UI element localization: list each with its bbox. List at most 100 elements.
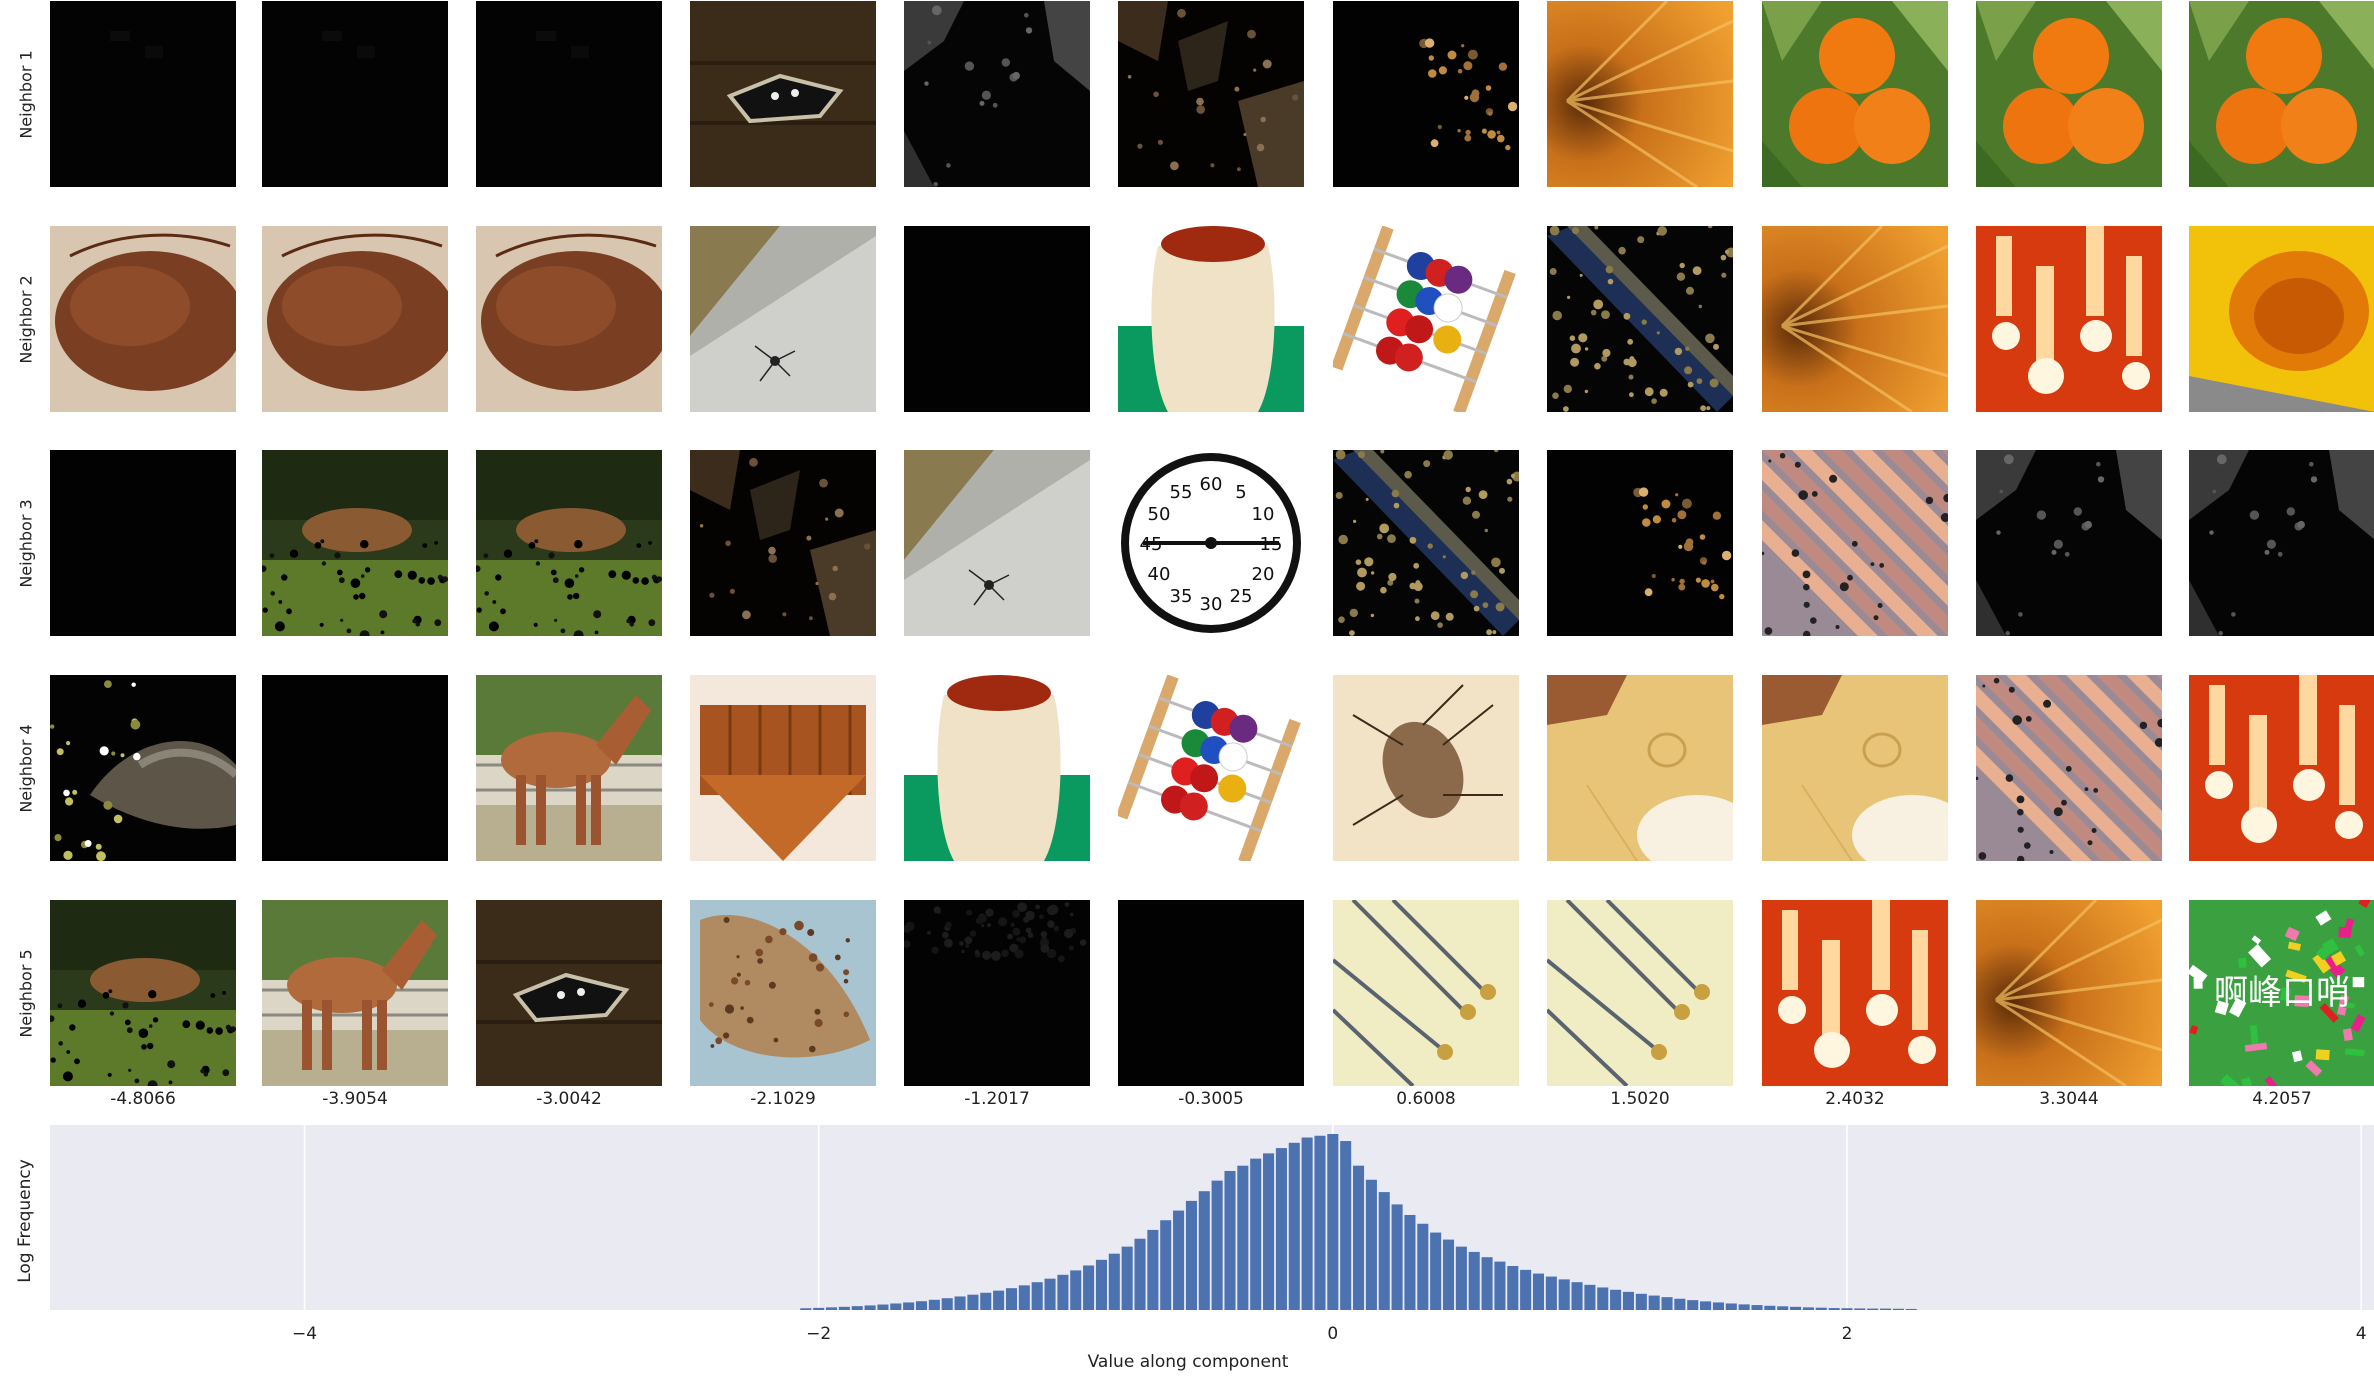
neighbor-thumbnail-roof-tiles [1762, 450, 1948, 636]
neighbor-thumbnail-brown-fur [476, 226, 662, 412]
neighbor-thumbnail-dark [50, 450, 236, 636]
row-label-neighbor-4: Neighbor 4 [16, 724, 36, 813]
histogram-bar [1224, 1170, 1236, 1310]
histogram-bar [1160, 1220, 1172, 1310]
histogram-bar [1558, 1279, 1570, 1310]
histogram-bar [941, 1298, 953, 1310]
histogram-bar [890, 1303, 902, 1310]
svg-text:50: 50 [1148, 504, 1171, 525]
neighbor-thumbnail-masked-dark-dots [904, 900, 1090, 1086]
histogram-bar [1288, 1142, 1300, 1310]
neighbor-thumbnail-orange-slice [1976, 900, 2162, 1086]
histogram-bar [838, 1306, 850, 1310]
neighbor-image-grid: Neighbor 1 Neighbor 2 Neighbor 3 Neighbor 4… [0, 0, 2374, 1110]
svg-text:35: 35 [1170, 586, 1193, 607]
neighbor-thumbnail-dark [262, 675, 448, 861]
histogram-bar [1005, 1288, 1017, 1310]
histogram-bar [1134, 1238, 1146, 1310]
histogram-bar [877, 1304, 889, 1310]
histogram-bar [1211, 1180, 1223, 1310]
neighbor-thumbnail-wooden-cradle [690, 675, 876, 861]
histogram-bar [1764, 1305, 1776, 1310]
histogram-bar [903, 1302, 915, 1310]
svg-text:25: 25 [1230, 586, 1253, 607]
neighbor-thumbnail-masked-deer-grass [262, 450, 448, 636]
neighbor-thumbnail-candle-lights [2189, 675, 2374, 861]
histogram-bar [1507, 1266, 1519, 1310]
histogram-bar [1790, 1306, 1802, 1310]
histogram-bar [800, 1308, 812, 1310]
neighbor-thumbnail-masked-deer-grass [476, 450, 662, 636]
column-value-label: 2.4032 [1825, 1089, 1885, 1109]
neighbor-thumbnail-brown-horse [262, 900, 448, 1086]
histogram-bar [1314, 1135, 1326, 1310]
row-label-neighbor-2: Neighbor 2 [16, 275, 36, 364]
column-value-label: 4.2057 [2252, 1089, 2312, 1109]
histogram-bar [1327, 1134, 1339, 1310]
row-label-neighbor-5: Neighbor 5 [16, 949, 36, 1038]
histogram-bar [851, 1306, 863, 1310]
histogram-bar [1057, 1274, 1069, 1310]
histogram-bar [1250, 1158, 1262, 1310]
histogram-bar [1828, 1308, 1840, 1310]
x-tick-label: −2 [806, 1324, 831, 1344]
histogram-bar [954, 1296, 966, 1310]
histogram-bar [1777, 1306, 1789, 1310]
neighbor-thumbnail-dark [904, 226, 1090, 412]
candy-overlay-text: 啊峰口哨 [2214, 973, 2350, 1013]
histogram-bar [1340, 1141, 1352, 1310]
neighbor-thumbnail-weevil-insect [1333, 675, 1519, 861]
neighbor-thumbnail-fish-pattern [690, 900, 876, 1086]
neighbor-thumbnail-table-plates [1547, 675, 1733, 861]
neighbor-thumbnail-concrete-spider [904, 450, 1090, 636]
histogram-bar [1802, 1307, 1814, 1310]
histogram-bar [967, 1294, 979, 1310]
histogram-bar [1700, 1301, 1712, 1310]
column-value-label: 1.5020 [1610, 1089, 1670, 1109]
neighbor-thumbnail-masked-dark-brown [690, 450, 876, 636]
histogram-bar [1597, 1287, 1609, 1310]
histogram-bar [1018, 1285, 1030, 1310]
histogram-bar [1648, 1295, 1660, 1310]
histogram-bar [1584, 1284, 1596, 1310]
neighbor-thumbnail-masked-deer-grass [50, 900, 236, 1086]
histogram-bar [1031, 1282, 1043, 1310]
histogram-bar [1070, 1270, 1082, 1310]
histogram-bar [1108, 1253, 1120, 1310]
histogram-bar [1404, 1214, 1416, 1310]
log-frequency-histogram: −4 −2 0 2 4 Value along component Log Frequenc… [15, 1125, 2374, 1372]
neighbor-thumbnail-dark [1118, 900, 1304, 1086]
neighbor-thumbnail-cream-vase [904, 675, 1090, 861]
histogram-bar [1121, 1246, 1133, 1310]
neighbor-thumbnail-brown-fur [262, 226, 448, 412]
neighbor-thumbnail-brown-fur [50, 226, 236, 412]
histogram-bar [1867, 1308, 1879, 1310]
neighbor-thumbnail-tangerines [1976, 1, 2162, 187]
svg-text:10: 10 [1252, 504, 1275, 525]
histogram-bar [1854, 1308, 1866, 1310]
histogram-bar [1301, 1137, 1313, 1310]
svg-text:30: 30 [1200, 594, 1223, 615]
neighbor-thumbnail-tangerines [1762, 1, 1948, 187]
column-value-label: -3.9054 [322, 1089, 388, 1109]
histogram-bar [1905, 1308, 1917, 1310]
histogram-bar [1661, 1297, 1673, 1310]
histogram-bar [1095, 1259, 1107, 1310]
histogram-bar [1263, 1153, 1275, 1310]
histogram-bar [1674, 1298, 1686, 1310]
neighbor-thumbnail-safety-pins [1333, 900, 1519, 1086]
histogram-bar [1545, 1276, 1557, 1310]
histogram-bar [928, 1299, 940, 1310]
neighbor-thumbnail-tangerines [2189, 1, 2374, 187]
neighbor-thumbnail-masked-dark [262, 1, 448, 187]
histogram-bar [1494, 1261, 1506, 1310]
neighbor-thumbnail-masked-dark-grey [1976, 450, 2162, 636]
histogram-bar [813, 1307, 825, 1310]
neighbor-thumbnail-table-plates [1762, 675, 1948, 861]
histogram-bar [1687, 1300, 1699, 1310]
histogram-bar [1237, 1165, 1249, 1310]
histogram-bar [1725, 1303, 1737, 1310]
neighbor-thumbnail-masked-dark-diagonal [1333, 450, 1519, 636]
neighbor-thumbnail-yellow-mango [2189, 226, 2374, 412]
neighbor-thumbnail-wood-floor-object [476, 900, 662, 1086]
